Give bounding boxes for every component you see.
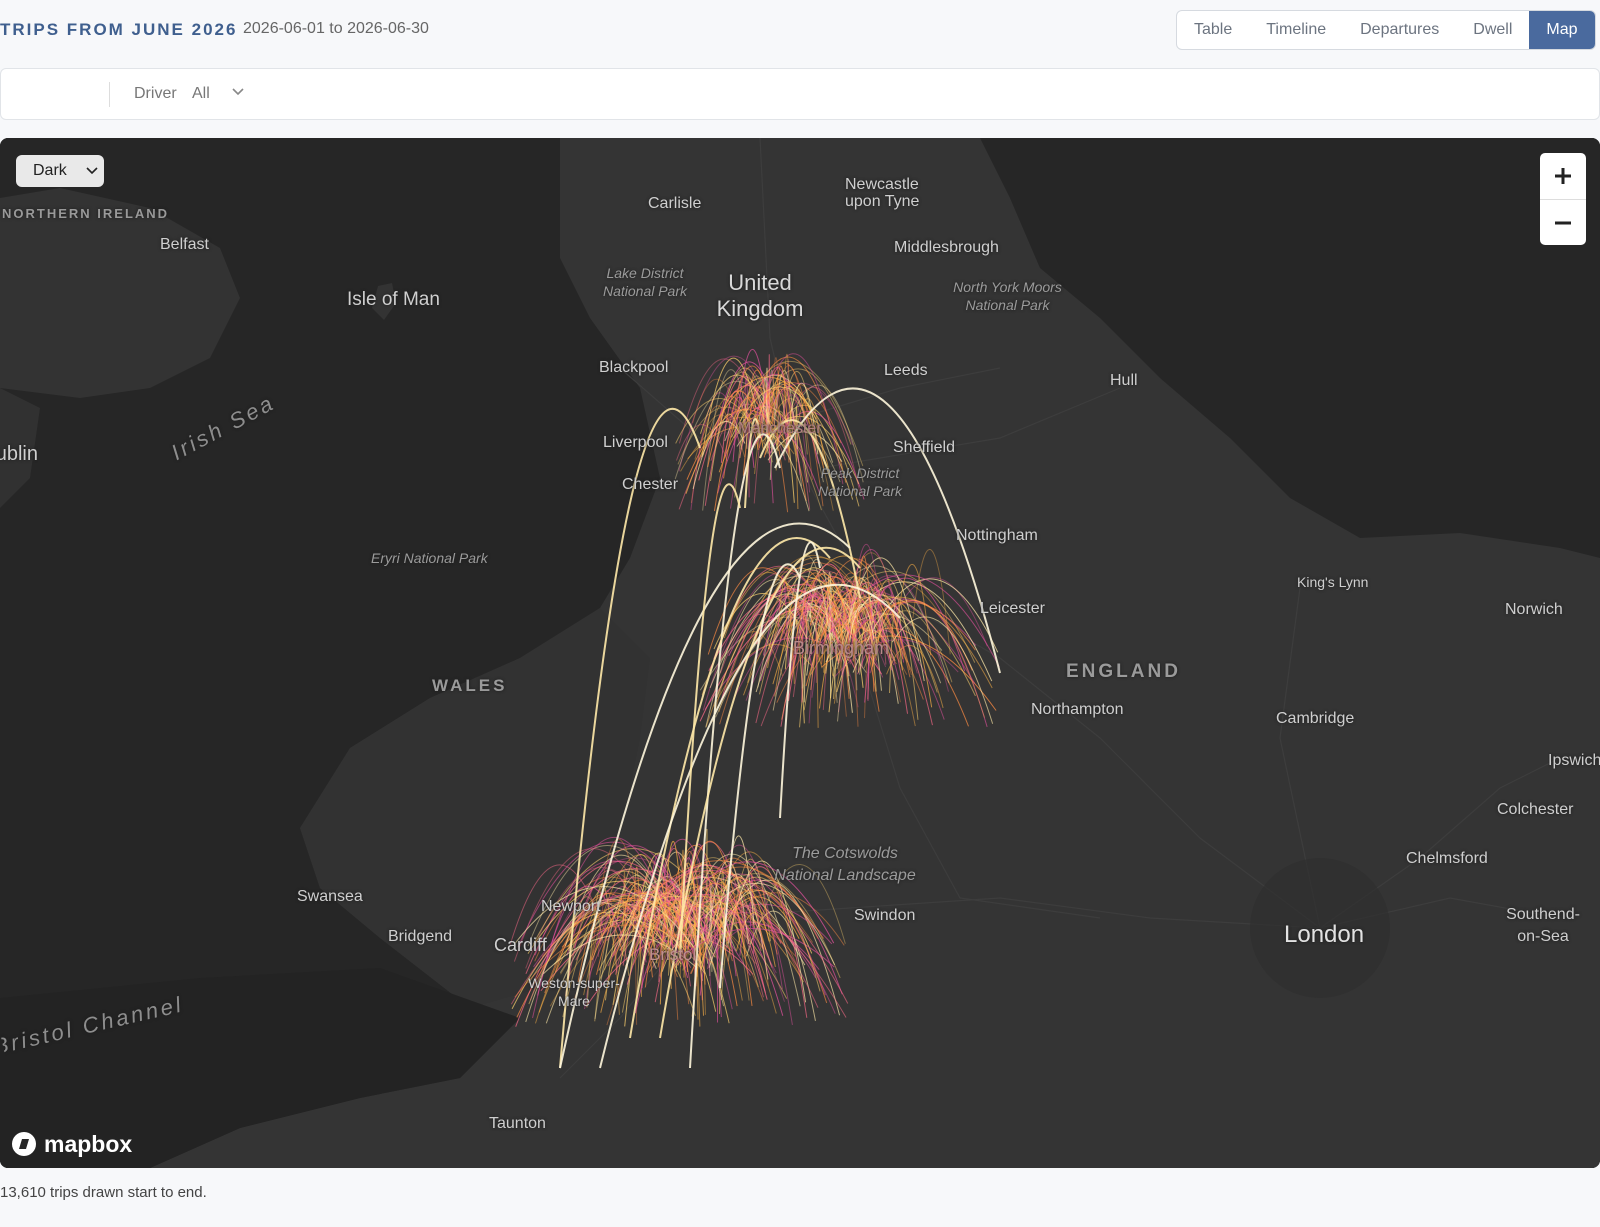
map-style-select[interactable]: Dark (16, 155, 104, 187)
filter-divider (109, 82, 110, 107)
trips-summary: 13,610 trips drawn start to end. (0, 1184, 207, 1201)
tab-timeline[interactable]: Timeline (1249, 11, 1343, 49)
map-label-swansea: Swansea (297, 888, 363, 905)
map-label-chelmsford: Chelmsford (1406, 850, 1488, 867)
map-label-northern-ireland: NORTHERN IRELAND (2, 206, 170, 221)
map-label-eryri: Eryri National Park (371, 550, 488, 566)
map-label-cardiff: Cardiff (494, 935, 547, 955)
map-label-bristol: Bristol (649, 945, 697, 964)
map-label-cambridge: Cambridge (1276, 710, 1355, 727)
view-tabs: Table Timeline Departures Dwell Map (1176, 10, 1596, 50)
map-label-belfast: Belfast (160, 236, 209, 253)
map-label-southend: Southend-on-Sea (1506, 906, 1580, 945)
driver-filter-label: Driver (134, 85, 177, 102)
map-label-sheffield: Sheffield (893, 439, 955, 456)
map-label-dublin: Dublin (0, 443, 38, 465)
tab-departures[interactable]: Departures (1343, 11, 1456, 49)
trip-map[interactable]: NORTHERN IRELAND Belfast Carlisle Newcas… (0, 138, 1600, 1168)
map-label-newcastle: Newcastle upon Tyne (845, 176, 920, 210)
map-label-leeds: Leeds (884, 362, 928, 379)
map-label-chester: Chester (622, 476, 679, 493)
map-label-carlisle: Carlisle (648, 195, 702, 212)
map-label-wales: WALES (432, 676, 508, 695)
map-label-lake-district: Lake District National Park (602, 265, 688, 299)
zoom-controls (1540, 153, 1586, 245)
tab-table[interactable]: Table (1177, 11, 1249, 49)
map-label-manchester: Manchester (738, 420, 822, 437)
map-label-birmingham: Birmingham (793, 638, 890, 658)
filter-bar: Driver All (0, 68, 1600, 120)
tab-dwell[interactable]: Dwell (1456, 11, 1529, 49)
map-label-leicester: Leicester (980, 600, 1045, 617)
map-label-peak-district: Peak District National Park (817, 465, 903, 499)
mapbox-wordmark: mapbox (44, 1130, 133, 1157)
map-label-hull: Hull (1110, 372, 1138, 389)
map-label-weston: Weston-super-Mare (528, 975, 620, 1009)
map-label-cotswolds: The Cotswolds National Landscape (774, 845, 916, 884)
map-label-middlesbrough: Middlesbrough (894, 239, 999, 256)
map-label-colchester: Colchester (1497, 801, 1574, 818)
map-label-taunton: Taunton (489, 1115, 546, 1132)
map-label-ipswich: Ipswich (1548, 752, 1600, 769)
map-label-liverpool: Liverpool (603, 434, 668, 451)
map-label-bridgend: Bridgend (388, 928, 453, 945)
map-label-united-kingdom: United Kingdom (716, 270, 804, 321)
mapbox-icon (12, 1132, 36, 1156)
map-style-value: Dark (33, 162, 67, 179)
map-label-northampton: Northampton (1031, 701, 1124, 718)
map-label-england: ENGLAND (1066, 661, 1181, 682)
chevron-down-icon[interactable] (231, 85, 245, 99)
plus-icon (1555, 168, 1571, 184)
page-header: TRIPS FROM JUNE 2026 2026-06-01 to 2026-… (0, 0, 1600, 60)
map-label-london: London (1284, 921, 1365, 948)
date-range: 2026-06-01 to 2026-06-30 (243, 20, 429, 37)
tab-map[interactable]: Map (1529, 11, 1595, 49)
map-label-norwich: Norwich (1505, 601, 1563, 618)
driver-select[interactable]: All (192, 85, 210, 103)
map-label-blackpool: Blackpool (599, 359, 669, 376)
chevron-down-icon (86, 167, 98, 175)
mapbox-logo[interactable]: mapbox (10, 1130, 132, 1158)
map-label-swindon: Swindon (854, 907, 916, 924)
page-title: TRIPS FROM JUNE 2026 (0, 20, 238, 39)
zoom-in-button[interactable] (1540, 153, 1586, 199)
map-label-north-york-moors: North York Moors National Park (953, 279, 1062, 313)
map-label-newport: Newport (541, 898, 601, 915)
map-label-nottingham: Nottingham (956, 527, 1038, 544)
map-label-isle-of-man: Isle of Man (347, 289, 440, 310)
trip-arc (559, 407, 701, 1069)
map-label-kings-lynn: King's Lynn (1297, 574, 1369, 590)
zoom-out-button[interactable] (1540, 199, 1586, 245)
minus-icon (1555, 221, 1571, 225)
